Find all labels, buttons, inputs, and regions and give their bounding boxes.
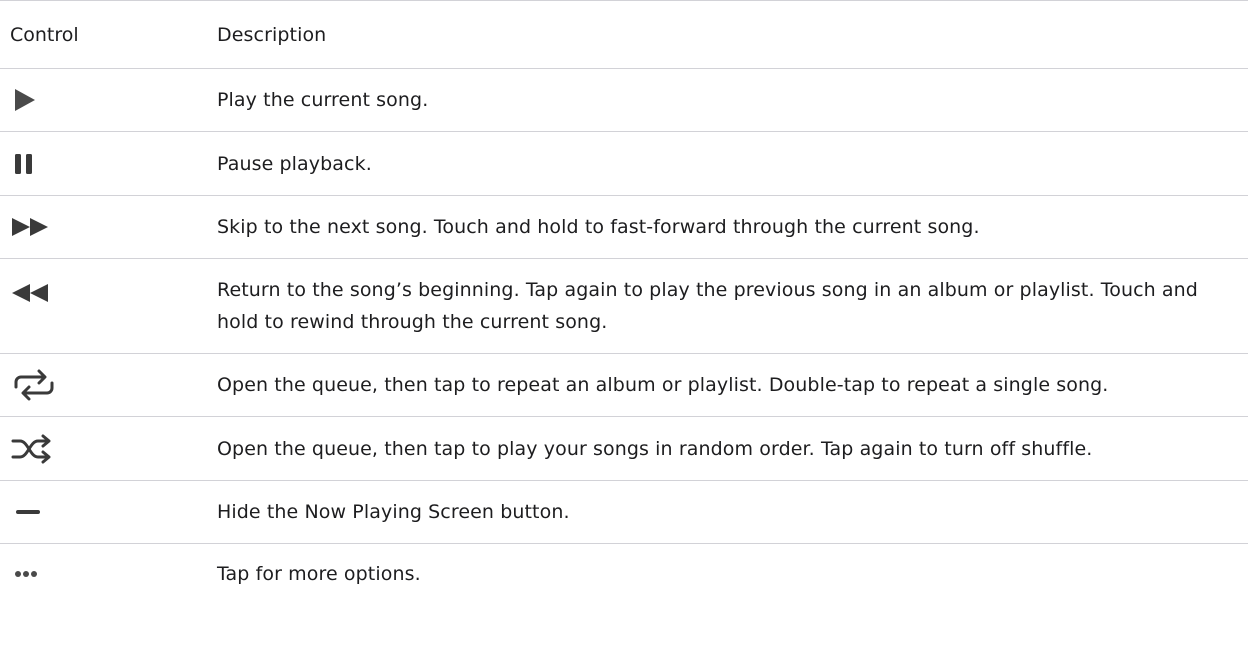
table-row: Open the queue, then tap to play your so… <box>0 417 1248 481</box>
table-row: Open the queue, then tap to repeat an al… <box>0 354 1248 417</box>
table-row: Hide the Now Playing Screen button. <box>0 481 1248 544</box>
row-description: Open the queue, then tap to play your so… <box>217 437 1093 460</box>
controls-table: Control Description Play the current son… <box>0 0 1248 604</box>
table-row: Pause playback. <box>0 132 1248 196</box>
minus-icon <box>10 507 46 517</box>
table-row: Tap for more options. <box>0 544 1248 604</box>
shuffle-icon <box>10 433 58 465</box>
row-description: Pause playback. <box>217 152 372 175</box>
fast-forward-icon <box>10 215 54 239</box>
row-description: Tap for more options. <box>217 563 421 585</box>
more-icon <box>10 569 46 579</box>
pause-icon <box>10 150 38 178</box>
repeat-icon <box>10 367 58 403</box>
header-description: Description <box>217 23 327 46</box>
header-control: Control <box>10 23 79 46</box>
rewind-icon <box>10 281 54 305</box>
table-row: Return to the song’s beginning. Tap agai… <box>0 259 1248 354</box>
table-row: Play the current song. <box>0 69 1248 132</box>
table-header-row: Control Description <box>0 1 1248 69</box>
table-row: Skip to the next song. Touch and hold to… <box>0 196 1248 259</box>
play-icon <box>10 86 38 114</box>
row-description: Return to the song’s beginning. Tap agai… <box>217 279 1198 333</box>
row-description: Play the current song. <box>217 89 429 111</box>
row-description: Skip to the next song. Touch and hold to… <box>217 216 980 238</box>
row-description: Hide the Now Playing Screen button. <box>217 501 570 523</box>
row-description: Open the queue, then tap to repeat an al… <box>217 374 1109 396</box>
